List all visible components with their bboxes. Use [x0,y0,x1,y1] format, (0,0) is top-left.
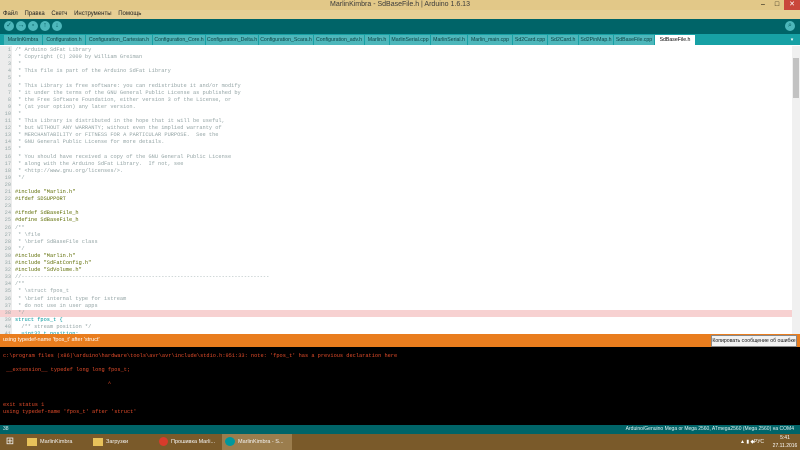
menu-tools[interactable]: Инструменты [74,11,111,17]
editor-scrollbar-thumb[interactable] [793,58,799,98]
folder-icon [93,437,103,446]
arduino-icon [225,437,235,447]
error-message: using typedef-name 'fpos_t' after 'struc… [3,337,100,343]
tab-sdbasefile-h[interactable]: SdBaseFile.h [655,35,696,45]
clock[interactable]: 5:41 27.11.2016 [772,434,798,450]
window-title: MarlinKimbra - SdBaseFile.h | Arduino 1.… [330,1,470,8]
console-line: using typedef-name 'fpos_t' after 'struc… [3,409,137,415]
tab-sd2pinmap-h[interactable]: Sd2PinMap.h [579,35,614,45]
new-icon[interactable]: ▫ [28,21,38,31]
menu-file[interactable]: Файл [3,11,18,17]
menu-sketch[interactable]: Скетч [51,11,67,17]
tab-sd2card-cpp[interactable]: Sd2Card.cpp [513,35,548,45]
window-titlebar: MarlinKimbra - SdBaseFile.h | Arduino 1.… [0,0,800,10]
taskbar-item-arduino[interactable]: MarlinKimbra - S... [222,434,292,450]
console-output[interactable]: c:\program files (x86)\arduino\hardware\… [0,347,800,425]
console-line: c:\program files (x86)\arduino\hardware\… [3,353,398,359]
error-bar [0,334,800,347]
save-icon[interactable]: ↓ [52,21,62,31]
status-line-number: 38 [3,426,9,432]
start-button[interactable]: ⊞ [2,434,18,450]
console-line: __extension__ typedef long long fpos_t; [3,367,131,373]
maximize-button[interactable]: □ [770,0,784,10]
minimize-button[interactable]: – [756,0,770,10]
menu-bar: Файл Правка Скетч Инструменты Помощь [0,10,800,19]
taskbar-item-browser[interactable]: Прошивка Marli... [156,434,218,450]
taskbar-item-downloads[interactable]: Загрузки [90,434,152,450]
tab-marlin-h[interactable]: Marlin.h [365,35,390,45]
serial-monitor-icon[interactable]: ⌕ [785,21,795,31]
tab-configuration-h[interactable]: Configuration.h [43,35,86,45]
tab-marlinserial-cpp[interactable]: MarlinSerial.cpp [390,35,431,45]
code-editor[interactable]: 1/* Arduino SdFat Library 2 * Copyright (… [0,46,792,334]
tab-configuration-cartesian-h[interactable]: Configuration_Cartesian.h [86,35,153,45]
close-button[interactable]: ✕ [784,0,800,10]
console-line: ^ [3,381,112,387]
tab-marlinserial-h[interactable]: MarlinSerial.h [431,35,468,45]
tab-sdbasefile-cpp[interactable]: SdBaseFile.cpp [614,35,655,45]
menu-edit[interactable]: Правка [24,11,44,17]
verify-icon[interactable]: ✓ [4,21,14,31]
upload-icon[interactable]: → [16,21,26,31]
tab-menu-icon[interactable]: ▾ [786,35,799,45]
console-line: exit status 1 [3,402,45,408]
open-icon[interactable]: ↑ [40,21,50,31]
folder-icon [27,437,37,446]
language-indicator[interactable]: РУС [754,434,764,450]
tab-marlinkimbra[interactable]: MarlinKimbra [4,35,43,45]
status-board: Arduino/Genuino Mega or Mega 2560, ATmeg… [625,426,794,432]
tab-sd2card-h[interactable]: Sd2Card.h [548,35,579,45]
tab-configuration-adv-h[interactable]: Configuration_adv.h [314,35,365,45]
tab-configuration-scara-h[interactable]: Configuration_Scara.h [259,35,314,45]
tray-icons[interactable]: ▲ ▮ ◆ [740,434,754,450]
status-bar: 38 Arduino/Genuino Mega or Mega 2560, AT… [0,425,800,434]
tab-configuration-core-h[interactable]: Configuration_Core.h [153,35,206,45]
opera-icon [159,437,168,447]
copy-error-button[interactable]: Копировать сообщение об ошибке [711,335,797,347]
toolbar [0,19,800,34]
tab-configuration-delta-h[interactable]: Configuration_Delta.h [206,35,259,45]
tab-marlin-main-cpp[interactable]: Marlin_main.cpp [468,35,513,45]
menu-help[interactable]: Помощь [118,11,141,17]
taskbar-item-marlinkimbra-folder[interactable]: MarlinKimbra [24,434,86,450]
